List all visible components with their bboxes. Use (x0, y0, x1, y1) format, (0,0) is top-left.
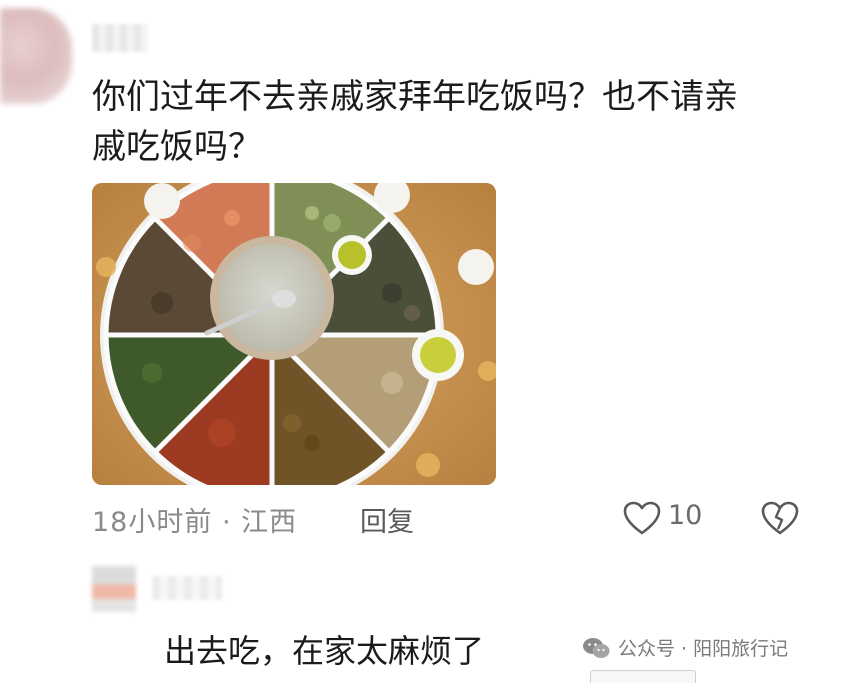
commenter-name-blurred[interactable] (92, 24, 148, 52)
broken-heart-icon[interactable] (760, 499, 800, 539)
comment-timestamp-location: 18小时前 · 江西 (92, 507, 298, 538)
like-count: 10 (668, 500, 703, 531)
watermark-text: 公众号 · 阳阳旅行记 (618, 638, 789, 660)
watermark: 公众号 · 阳阳旅行记 (582, 634, 788, 661)
reply-commenter-avatar[interactable] (92, 566, 136, 612)
comment-text-line-2: 戚吃饭吗？ (92, 127, 262, 167)
comment-photo-banquet[interactable] (92, 183, 496, 485)
reply-button[interactable]: 回复 (360, 500, 414, 539)
commenter-avatar[interactable] (0, 8, 72, 104)
wechat-logo-icon (582, 636, 610, 660)
comment-text-line-1: 你们过年不去亲戚家拜年吃饭吗？也不请亲 (92, 77, 738, 117)
heart-outline-icon[interactable] (622, 499, 662, 539)
comment-text: 你们过年不去亲戚家拜年吃饭吗？也不请亲 戚吃饭吗？ (92, 72, 812, 172)
cropped-bottom-element (590, 670, 696, 683)
reply-commenter-name-blurred[interactable] (152, 576, 222, 600)
reply-comment-text: 出去吃，在家太麻烦了 (164, 632, 485, 670)
